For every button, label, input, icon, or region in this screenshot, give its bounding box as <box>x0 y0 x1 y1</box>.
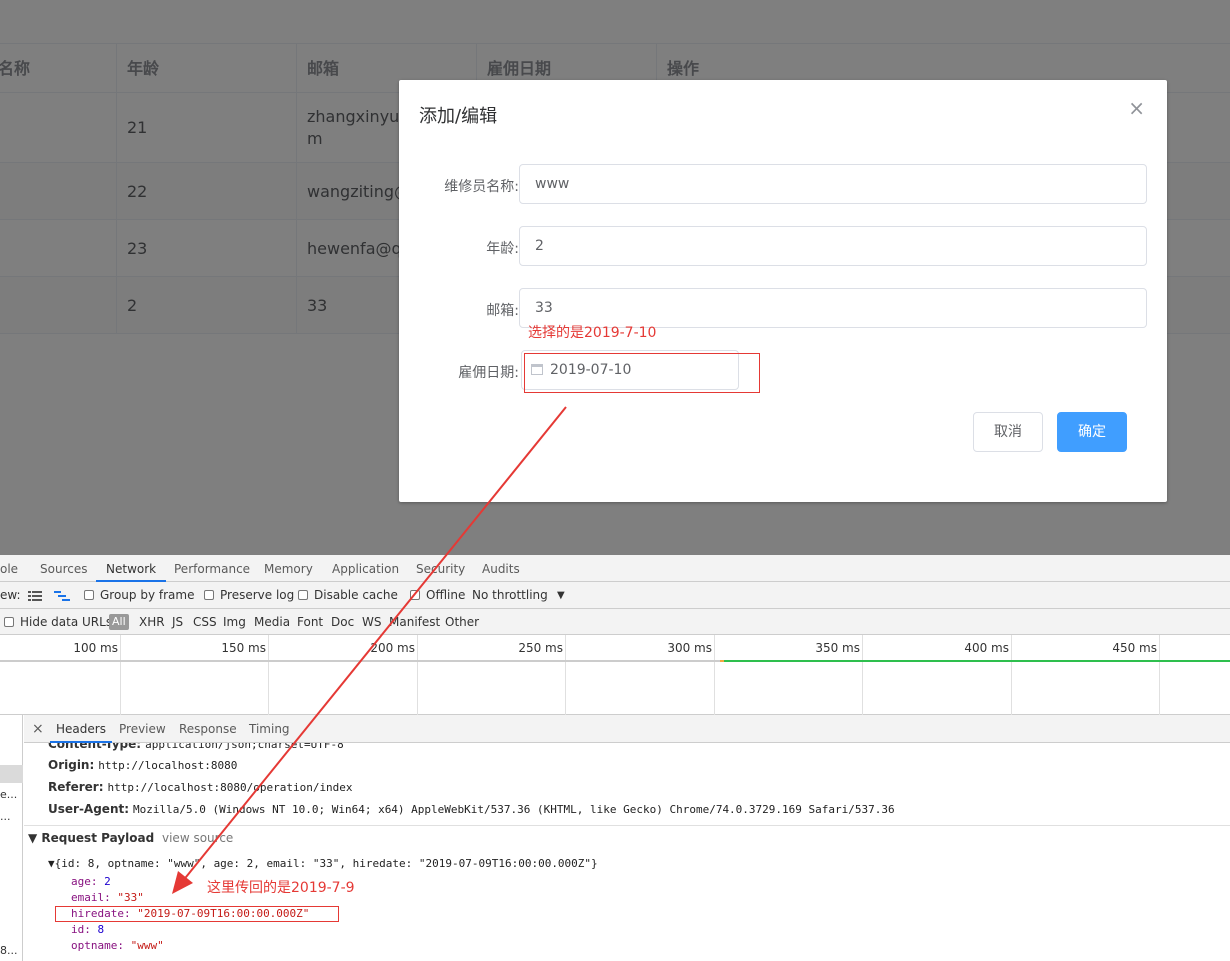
tick-label: 150 ms <box>221 641 266 655</box>
filter-ws[interactable]: WS <box>362 609 381 635</box>
header-referer: Referer: http://localhost:8080/operation/… <box>48 780 353 794</box>
tab-timing[interactable]: Timing <box>249 715 290 743</box>
view-label: ew: <box>0 588 21 602</box>
tab-headers[interactable]: Headers <box>50 715 112 743</box>
request-item[interactable]: 8... <box>0 941 23 961</box>
network-toolbar: ew: Group by frame Preserve log Disable … <box>0 582 1230 609</box>
edit-dialog: 添加/编辑 × 维修员名称: www 年龄: 2 邮箱: 33 雇佣日期: 20… <box>399 80 1167 502</box>
filter-img[interactable]: Img <box>223 609 246 635</box>
headers-detail: Content-Type: application/json;charset=UT… <box>24 743 1230 961</box>
devtools-tabbar: ole Sources Network Performance Memory A… <box>0 555 1230 582</box>
tab-performance[interactable]: Performance <box>174 555 250 582</box>
annotation-box-hiredate <box>55 906 339 922</box>
request-selected-row[interactable] <box>0 765 23 783</box>
tick-label: 250 ms <box>518 641 563 655</box>
network-timeline[interactable]: 100 ms 150 ms 200 ms 250 ms 300 ms 350 m… <box>0 635 1230 715</box>
filter-xhr[interactable]: XHR <box>139 609 165 635</box>
hiredate-label: 雇佣日期: <box>458 365 519 381</box>
tab-audits[interactable]: Audits <box>482 555 520 582</box>
filter-js[interactable]: JS <box>172 609 183 635</box>
tick-label: 350 ms <box>815 641 860 655</box>
payload-age: age: 2 <box>71 875 111 888</box>
list-view-icon[interactable] <box>28 582 42 608</box>
name-label: 维修员名称: <box>444 179 519 195</box>
preserve-log-checkbox[interactable]: Preserve log <box>204 582 294 608</box>
tick-label: 100 ms <box>73 641 118 655</box>
tab-memory[interactable]: Memory <box>264 555 313 582</box>
age-input[interactable]: 2 <box>519 226 1147 266</box>
tab-security[interactable]: Security <box>416 555 465 582</box>
tab-response[interactable]: Response <box>179 715 237 743</box>
hide-data-urls-checkbox[interactable]: Hide data URLs <box>4 609 112 635</box>
close-icon[interactable]: × <box>32 715 44 743</box>
payload-id: id: 8 <box>71 923 105 936</box>
tick-label: 200 ms <box>370 641 415 655</box>
request-payload-title[interactable]: ▼ Request Payload <box>28 831 154 845</box>
filter-font[interactable]: Font <box>297 609 323 635</box>
filter-manifest[interactable]: Manifest <box>389 609 440 635</box>
filter-doc[interactable]: Doc <box>331 609 354 635</box>
throttling-select[interactable]: No throttling <box>472 582 548 608</box>
network-filterbar: Hide data URLs All XHR JS CSS Img Media … <box>0 609 1230 635</box>
chevron-down-icon[interactable]: ▼ <box>557 582 565 608</box>
timeline-bar-gray <box>0 660 720 662</box>
devtools-panel: ole Sources Network Performance Memory A… <box>0 555 1230 961</box>
header-content-type: Content-Type: application/json;charset=UT… <box>48 743 344 751</box>
tick-label: 300 ms <box>667 641 712 655</box>
header-user-agent: User-Agent: Mozilla/5.0 (Windows NT 10.0;… <box>48 802 895 816</box>
filter-all[interactable]: All <box>109 614 129 630</box>
payload-optname: optname: "www" <box>71 939 164 952</box>
annotation-returned-date: 这里传回的是2019-7-9 <box>207 880 355 896</box>
app-area: 名称 年龄 邮箱 雇佣日期 操作 21 zhangxinyu@ m 22 wan… <box>0 0 1230 555</box>
tick-label: 450 ms <box>1112 641 1157 655</box>
filter-css[interactable]: CSS <box>193 609 217 635</box>
offline-checkbox[interactable]: Offline <box>410 582 465 608</box>
filter-media[interactable]: Media <box>254 609 290 635</box>
tick-label: 400 ms <box>964 641 1009 655</box>
header-origin: Origin: http://localhost:8080 <box>48 758 238 772</box>
group-by-frame-checkbox[interactable]: Group by frame <box>84 582 194 608</box>
view-source-link[interactable]: view source <box>162 831 233 845</box>
timeline-bar-green <box>724 660 1230 662</box>
tab-network[interactable]: Network <box>96 555 167 582</box>
close-icon[interactable]: × <box>1128 98 1145 118</box>
payload-summary[interactable]: ▼{id: 8, optname: "www", age: 2, email: … <box>48 857 598 870</box>
tab-console[interactable]: ole <box>0 555 18 582</box>
cancel-button[interactable]: 取消 <box>973 412 1043 452</box>
disable-cache-checkbox[interactable]: Disable cache <box>298 582 398 608</box>
tab-sources[interactable]: Sources <box>40 555 87 582</box>
request-item[interactable]: ... <box>0 807 23 827</box>
tab-preview[interactable]: Preview <box>119 715 166 743</box>
detail-tabbar: × Headers Preview Response Timing <box>24 715 1230 743</box>
confirm-button[interactable]: 确定 <box>1057 412 1127 452</box>
name-input[interactable]: www <box>519 164 1147 204</box>
annotation-box-datepicker <box>524 353 760 393</box>
request-list: e... ... 8... <box>0 715 23 961</box>
email-label: 邮箱: <box>486 303 519 319</box>
tab-application[interactable]: Application <box>332 555 399 582</box>
dialog-title: 添加/编辑 <box>419 106 498 127</box>
waterfall-view-icon[interactable] <box>54 582 70 608</box>
age-label: 年龄: <box>486 241 519 257</box>
filter-other[interactable]: Other <box>445 609 479 635</box>
annotation-selected-date: 选择的是2019-7-10 <box>528 325 657 341</box>
payload-email: email: "33" <box>71 891 144 904</box>
request-item[interactable]: e... <box>0 785 23 805</box>
